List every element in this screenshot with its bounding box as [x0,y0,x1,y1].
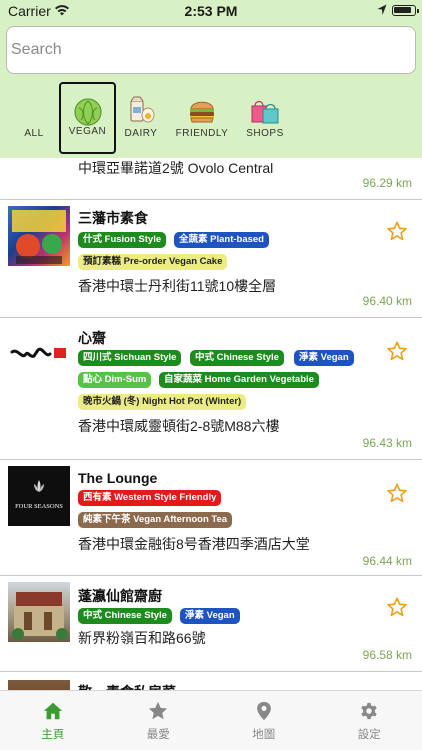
restaurant-thumbnail: FOUR SEASONS [8,466,70,526]
tag-chinese-style: 中式 Chinese Style [190,350,284,366]
tag-dim-sum: 點心 Dim-Sum [78,372,152,388]
header: Carrier 2:53 PM ALL VEGAN [0,0,422,158]
restaurant-thumbnail [8,206,70,266]
filter-all-label: ALL [24,128,44,139]
cabbage-icon [73,98,102,126]
restaurant-thumbnail-art [12,592,68,640]
tab-settings[interactable]: 設定 [317,691,422,750]
tab-home[interactable]: 主頁 [0,691,106,750]
restaurant-name: 蓬瀛仙館齋廚 [78,588,162,604]
home-icon [43,702,62,720]
four-seasons-logo-text: FOUR SEASONS [15,503,63,510]
burger-icon [190,101,214,123]
list-item[interactable]: 三藩市素食 什式 Fusion Style 全蔬素 Plant-based 預訂… [0,200,422,318]
gear-icon [361,702,377,720]
restaurant-distance: 96.44 km [362,554,412,568]
restaurant-name: 心齋 [78,330,106,346]
restaurant-list[interactable]: 中環亞畢諾道2號 Ovolo Central 96.29 km 三藩市素食 什式… [0,158,422,690]
tab-bar: 主頁 最愛 地圖 設定 [0,690,422,750]
restaurant-thumbnail-art [12,210,66,264]
restaurant-distance: 96.40 km [362,294,412,308]
restaurant-address: 香港中環金融街8号香港四季酒店大堂 [78,536,310,552]
filter-shops[interactable]: SHOPS [244,82,286,154]
map-pin-icon [256,701,271,721]
tab-map[interactable]: 地圖 [211,691,317,750]
favorite-star-icon[interactable] [386,220,408,242]
filter-dairy-label: DAIRY [124,128,158,139]
tag-western-style-friendly: 西有素 Western Style Friendly [78,490,222,506]
star-icon [149,701,168,720]
list-item[interactable]: FOUR SEASONS The Lounge 西有素 Western Styl… [0,460,422,576]
tag-sichuan-style: 四川式 Sichuan Style [78,350,182,366]
shopping-bags-icon [251,100,279,124]
location-arrow-icon [377,4,387,15]
list-item[interactable]: 心齋 四川式 Sichuan Style 中式 Chinese Style 淨素… [0,318,422,460]
restaurant-address: 中環亞畢諾道2號 Ovolo Central [78,160,274,176]
tag-vegan: 淨素 Vegan [294,350,354,366]
milk-egg-icon [130,96,155,123]
filter-shops-label: SHOPS [246,128,284,139]
tag-night-hot-pot: 晚市火鍋 (冬) Night Hot Pot (Winter) [78,394,247,410]
filter-vegan[interactable]: VEGAN [59,82,116,154]
favorite-star-icon[interactable] [386,482,408,504]
tag-fusion-style: 什式 Fusion Style [78,232,167,248]
restaurant-address: 香港中環威靈頓街2-8號M88六樓 [78,418,280,434]
search-bar[interactable] [6,26,416,74]
restaurant-distance: 96.58 km [362,648,412,662]
tag-home-garden-vegetable: 自家蔬菜 Home Garden Vegetable [159,372,319,388]
restaurant-thumbnail [8,680,70,690]
battery-icon [392,5,419,16]
four-seasons-logo: FOUR SEASONS [15,480,63,510]
tag-vegan-afternoon-tea: 純素下午茶 Vegan Afternoon Tea [78,512,233,528]
tab-favorites[interactable]: 最愛 [106,691,212,750]
tag-vegan: 淨素 Vegan [180,608,240,624]
favorite-star-icon[interactable] [386,596,408,618]
tab-map-label: 地圖 [252,729,276,741]
search-input[interactable] [7,27,415,73]
restaurant-address: 香港中環士丹利街11號10樓全層 [78,278,277,294]
filter-dairy[interactable]: DAIRY [120,82,162,154]
tab-favorites-label: 最愛 [146,729,170,741]
filter-vegan-label: VEGAN [68,126,107,137]
list-item[interactable]: 敬一素食私房菜 [0,672,422,690]
clock: 2:53 PM [184,3,238,19]
category-filters: ALL VEGAN DAIRY FRIENDLY SHOPS [0,82,422,154]
restaurant-name: 敬一素食私房菜 [78,682,176,690]
tab-home-label: 主頁 [41,729,65,741]
list-item[interactable]: 蓬瀛仙館齋廚 中式 Chinese Style 淨素 Vegan 新界粉嶺百和路… [0,576,422,672]
tag-chinese-style: 中式 Chinese Style [78,608,172,624]
restaurant-name: 三藩市素食 [78,210,148,226]
restaurant-distance: 96.29 km [362,176,412,190]
restaurant-distance: 96.43 km [362,436,412,450]
restaurant-thumbnail-art [10,347,66,358]
restaurant-thumbnail [8,582,70,642]
tab-settings-label: 設定 [357,729,381,741]
filter-friendly[interactable]: FRIENDLY [174,82,230,154]
list-item[interactable]: 中環亞畢諾道2號 Ovolo Central 96.29 km [0,158,422,200]
filter-friendly-label: FRIENDLY [175,128,229,139]
tag-plant-based: 全蔬素 Plant-based [174,232,269,248]
restaurant-thumbnail [8,324,70,384]
restaurant-address: 新界粉嶺百和路66號 [78,630,206,646]
status-bar: Carrier 2:53 PM [0,0,422,22]
favorite-star-icon[interactable] [386,340,408,362]
filter-all[interactable]: ALL [12,82,56,154]
tag-pre-order-vegan-cake: 預訂素糕 Pre-order Vegan Cake [78,254,228,270]
restaurant-name: The Lounge [78,470,158,486]
